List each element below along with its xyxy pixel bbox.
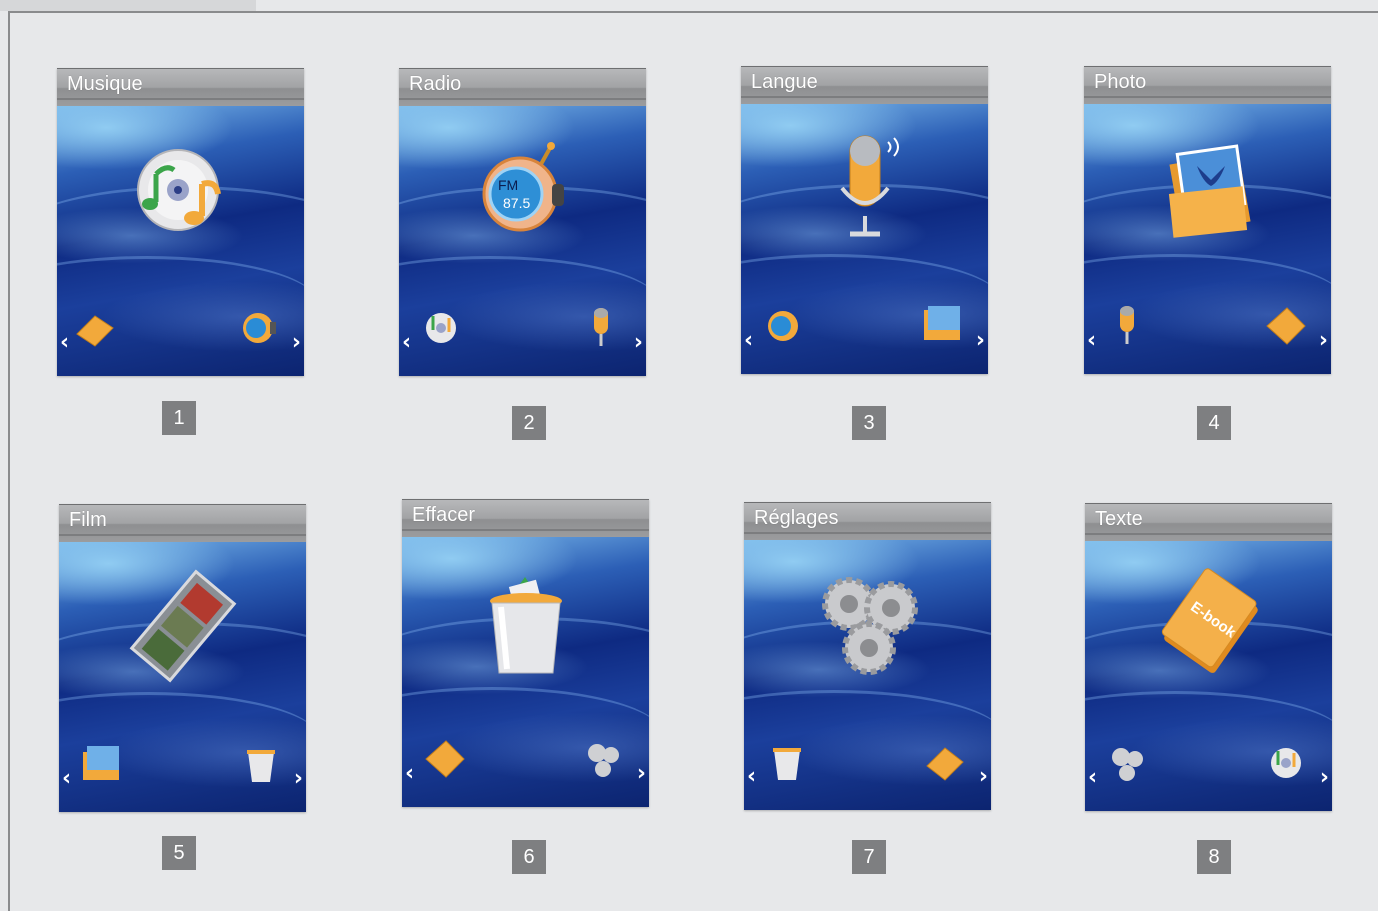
screen-header: Effacer [402,499,649,538]
next-arrow[interactable]: › [1319,330,1328,352]
music-small-icon [426,313,456,343]
radio-fm-label: FM [498,177,518,193]
film-icon [129,569,236,683]
screen-header: Langue [741,66,988,105]
ebook-small-icon [926,747,964,781]
screen-header: Film [59,504,306,543]
photo-small-icon [924,306,960,340]
screen-reglages: Réglages ‹ › [744,502,991,810]
screen-header: Réglages [744,502,991,541]
screen-photo: Photo ‹ › [1084,66,1331,374]
radio-small-icon [243,313,276,343]
radio-icon: FM 87.5 [482,142,564,232]
screen-header: Radio [399,68,646,107]
microphone-small-icon [1120,306,1134,344]
step-number: 5 [162,836,196,870]
next-arrow[interactable]: › [979,766,988,788]
music-small-icon [1271,748,1301,778]
screen-body: E-book ‹ › [1085,541,1332,811]
screen-body: ‹ › [1084,104,1331,374]
prev-arrow[interactable]: ‹ [405,763,414,785]
step-number: 1 [162,401,196,435]
screen-title: Effacer [412,504,475,526]
screen-title: Radio [409,73,462,95]
screen-header: Musique [57,68,304,107]
ebook-icon: E-book [1161,568,1258,673]
trash-small-icon [247,750,275,782]
step-number: 2 [512,406,546,440]
screen-texte: Texte E-book ‹ › [1085,503,1332,811]
prev-arrow[interactable]: ‹ [744,330,753,352]
screen-radio: Radio FM 87.5 ‹ › [399,68,646,376]
gears-small-icon [588,744,619,777]
next-arrow[interactable]: › [634,332,643,354]
screen-body: ‹ › [744,540,991,810]
screen-body: FM 87.5 ‹ › [399,106,646,376]
next-arrow[interactable]: › [1320,767,1329,789]
next-arrow[interactable]: › [976,330,985,352]
prev-arrow[interactable]: ‹ [1087,330,1096,352]
prev-arrow[interactable]: ‹ [1088,767,1097,789]
step-number: 7 [852,840,886,874]
next-arrow[interactable]: › [637,763,646,785]
screen-header: Texte [1085,503,1332,542]
screen-body: ‹ › [57,106,304,376]
screen-body: ‹ › [59,542,306,812]
next-arrow[interactable]: › [292,332,301,354]
photo-folder-icon [1168,144,1251,238]
ebook-small-icon [76,315,114,347]
screen-title: Langue [751,71,818,93]
screen-film: Film ‹ › [59,504,306,812]
screen-title: Réglages [754,507,839,529]
screen-title: Photo [1094,71,1147,93]
trash-small-icon [773,748,801,780]
photo-small-icon [83,746,119,780]
screen-title: Film [69,509,107,531]
film-small-icon [1266,307,1306,345]
top-tab [0,0,256,11]
screen-body: ‹ › [402,537,649,807]
screen-header: Photo [1084,66,1331,105]
step-number: 8 [1197,840,1231,874]
prev-arrow[interactable]: ‹ [60,332,69,354]
radio-small-icon [768,311,798,341]
screen-body: ‹ › [741,104,988,374]
screen-title: Musique [67,73,143,95]
film-small-icon [425,740,465,778]
music-cd-icon [136,149,221,231]
screen-title: Texte [1095,508,1143,530]
prev-arrow[interactable]: ‹ [747,766,756,788]
step-number: 4 [1197,406,1231,440]
screen-musique: Musique ‹ › [57,68,304,376]
gears-small-icon [1112,748,1143,781]
prev-arrow[interactable]: ‹ [62,768,71,790]
gears-icon [821,577,918,675]
screen-effacer: Effacer ‹ › [402,499,649,807]
step-number: 6 [512,840,546,874]
prev-arrow[interactable]: ‹ [402,332,411,354]
trash-bin-icon [489,577,562,674]
radio-frequency: 87.5 [503,195,530,211]
microphone-small-icon [594,308,608,346]
microphone-icon [839,135,899,237]
next-arrow[interactable]: › [294,768,303,790]
screen-langue: Langue ‹ › [741,66,988,374]
step-number: 3 [852,406,886,440]
